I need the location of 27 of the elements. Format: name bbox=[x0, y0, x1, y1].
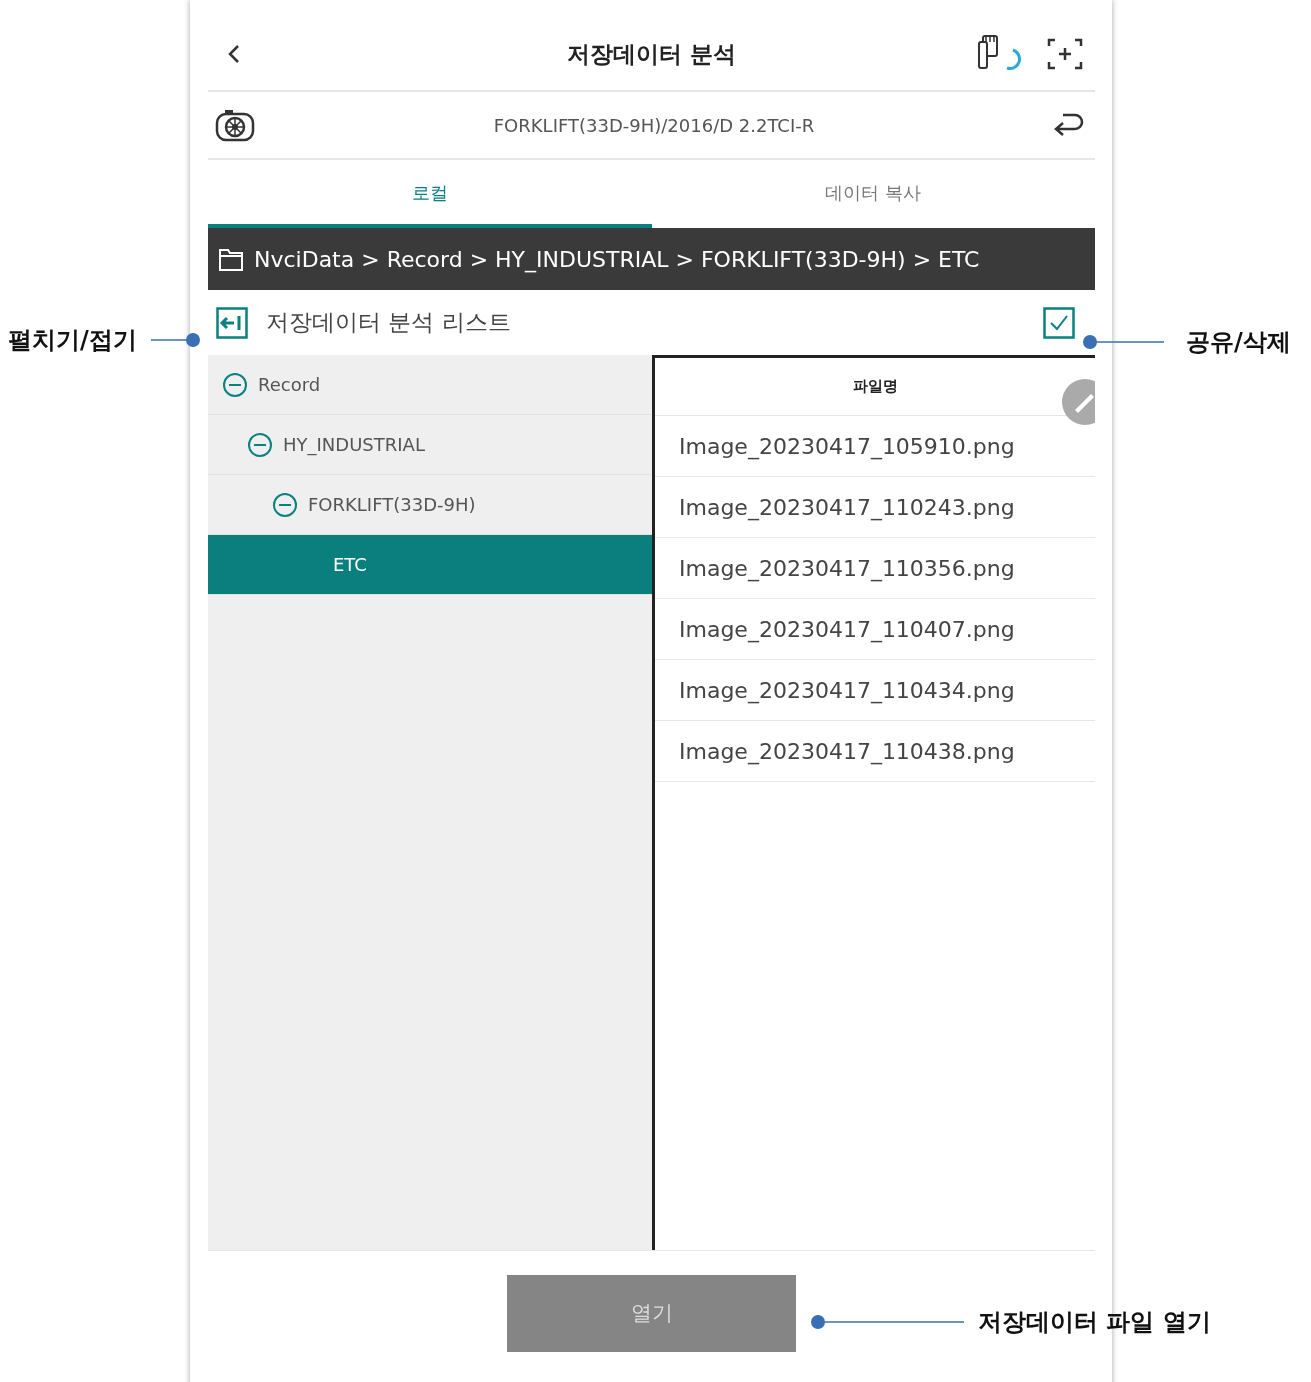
folder-icon bbox=[218, 246, 244, 272]
leader-line bbox=[150, 332, 201, 348]
collapse-icon[interactable] bbox=[247, 431, 273, 458]
file-row[interactable]: Image_20230417_110243.png bbox=[655, 477, 1095, 538]
collapse-icon[interactable] bbox=[222, 371, 248, 398]
back-icon[interactable] bbox=[228, 44, 240, 64]
list-title: 저장데이터 분석 리스트 bbox=[266, 308, 511, 338]
capture-icon[interactable] bbox=[1047, 38, 1083, 70]
annotation-label: 펼치기/접기 bbox=[8, 325, 137, 356]
return-icon[interactable] bbox=[1053, 111, 1085, 139]
collapse-panel-icon[interactable] bbox=[216, 306, 248, 339]
tree-item[interactable]: ETC bbox=[208, 535, 652, 595]
annotation-label: 공유/삭제 bbox=[1186, 327, 1291, 358]
annotation-label: 저장데이터 파일 열기 bbox=[978, 1307, 1211, 1338]
tree-item[interactable]: HY_INDUSTRIAL bbox=[208, 415, 652, 475]
file-row[interactable]: Image_20230417_110438.png bbox=[655, 721, 1095, 782]
tree-item[interactable]: Record bbox=[208, 355, 652, 415]
checkbox-icon[interactable] bbox=[1043, 306, 1075, 339]
vehicle-name: FORKLIFT(33D-9H)/2016/D 2.2TCI-R bbox=[493, 113, 815, 138]
file-row[interactable]: Image_20230417_110407.png bbox=[655, 599, 1095, 660]
wheel-icon[interactable] bbox=[215, 108, 255, 142]
screen-title: 저장데이터 분석 bbox=[567, 39, 736, 69]
file-row[interactable]: Image_20230417_110356.png bbox=[655, 538, 1095, 599]
breadcrumb-path: NvciData > Record > HY_INDUSTRIAL > FORKLIFT(33D-9H) > ETC bbox=[254, 245, 980, 275]
file-row[interactable]: Image_20230417_110434.png bbox=[655, 660, 1095, 721]
file-row[interactable]: Image_20230417_105910.png bbox=[655, 416, 1095, 477]
collapse-icon[interactable] bbox=[272, 491, 298, 518]
